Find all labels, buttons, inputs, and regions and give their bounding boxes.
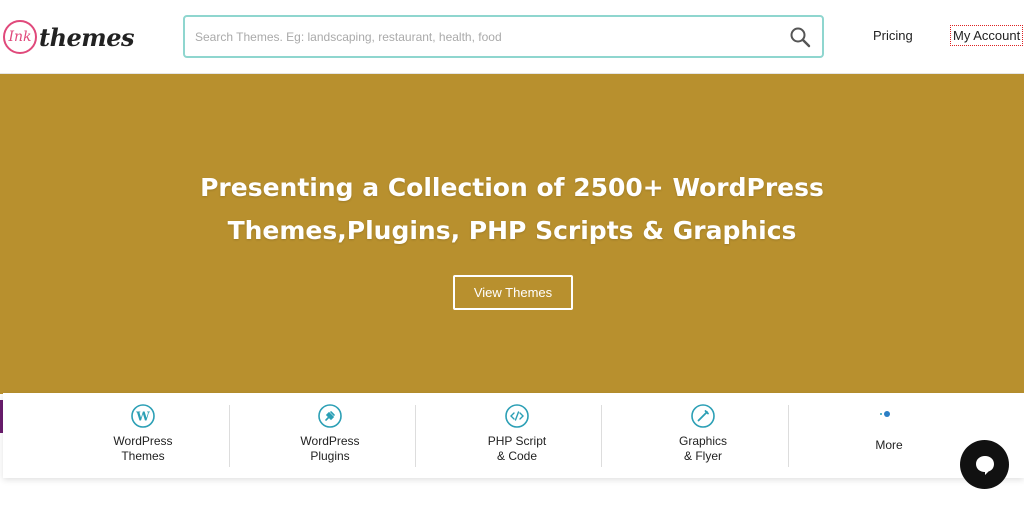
view-themes-button[interactable]: View Themes [453, 275, 573, 310]
category-divider [788, 405, 789, 467]
code-icon [505, 404, 529, 428]
nav-pricing-link[interactable]: Pricing [873, 28, 913, 43]
category-wordpress-themes[interactable]: W WordPress Themes [83, 393, 203, 478]
nav-my-account-link[interactable]: My Account [950, 25, 1024, 46]
category-label: More [875, 438, 903, 452]
logo-wordmark: themes [39, 22, 134, 52]
plugin-icon [318, 404, 342, 428]
category-php-script[interactable]: PHP Script & Code [457, 393, 577, 478]
site-header: Ink themes Pricing My Account [0, 0, 1024, 74]
search-icon[interactable] [788, 25, 812, 49]
category-bar: W WordPress Themes WordPress Plugins PHP S… [3, 393, 1024, 478]
inkthemes-logo[interactable]: Ink themes [3, 20, 134, 54]
chat-bubble-icon [975, 455, 994, 475]
hero-title-line-1: Presenting a Collection of 2500+ WordPre… [200, 173, 824, 202]
category-divider [229, 405, 230, 467]
search-input[interactable] [195, 26, 765, 48]
category-label: Graphics & Flyer [678, 434, 728, 463]
category-label: WordPress Plugins [300, 434, 360, 463]
search-box [183, 15, 824, 58]
category-label: PHP Script & Code [487, 434, 547, 463]
pen-icon [691, 404, 715, 428]
category-label: WordPress Themes [113, 434, 173, 463]
category-divider [415, 405, 416, 467]
category-more[interactable]: More [829, 393, 949, 478]
hero-banner: Presenting a Collection of 2500+ WordPre… [0, 74, 1024, 394]
logo-badge: Ink [3, 20, 37, 54]
svg-text:W: W [135, 410, 150, 424]
hero-title-line-2: Themes,Plugins, PHP Scripts & Graphics [227, 216, 797, 245]
logo-badge-text: Ink [8, 29, 32, 45]
more-icon [880, 411, 890, 417]
category-divider [601, 405, 602, 467]
chat-widget-button[interactable] [960, 440, 1009, 489]
category-graphics-flyer[interactable]: Graphics & Flyer [643, 393, 763, 478]
wordpress-icon: W [131, 404, 155, 428]
hero-title: Presenting a Collection of 2500+ WordPre… [0, 166, 1024, 252]
category-wordpress-plugins[interactable]: WordPress Plugins [270, 393, 390, 478]
